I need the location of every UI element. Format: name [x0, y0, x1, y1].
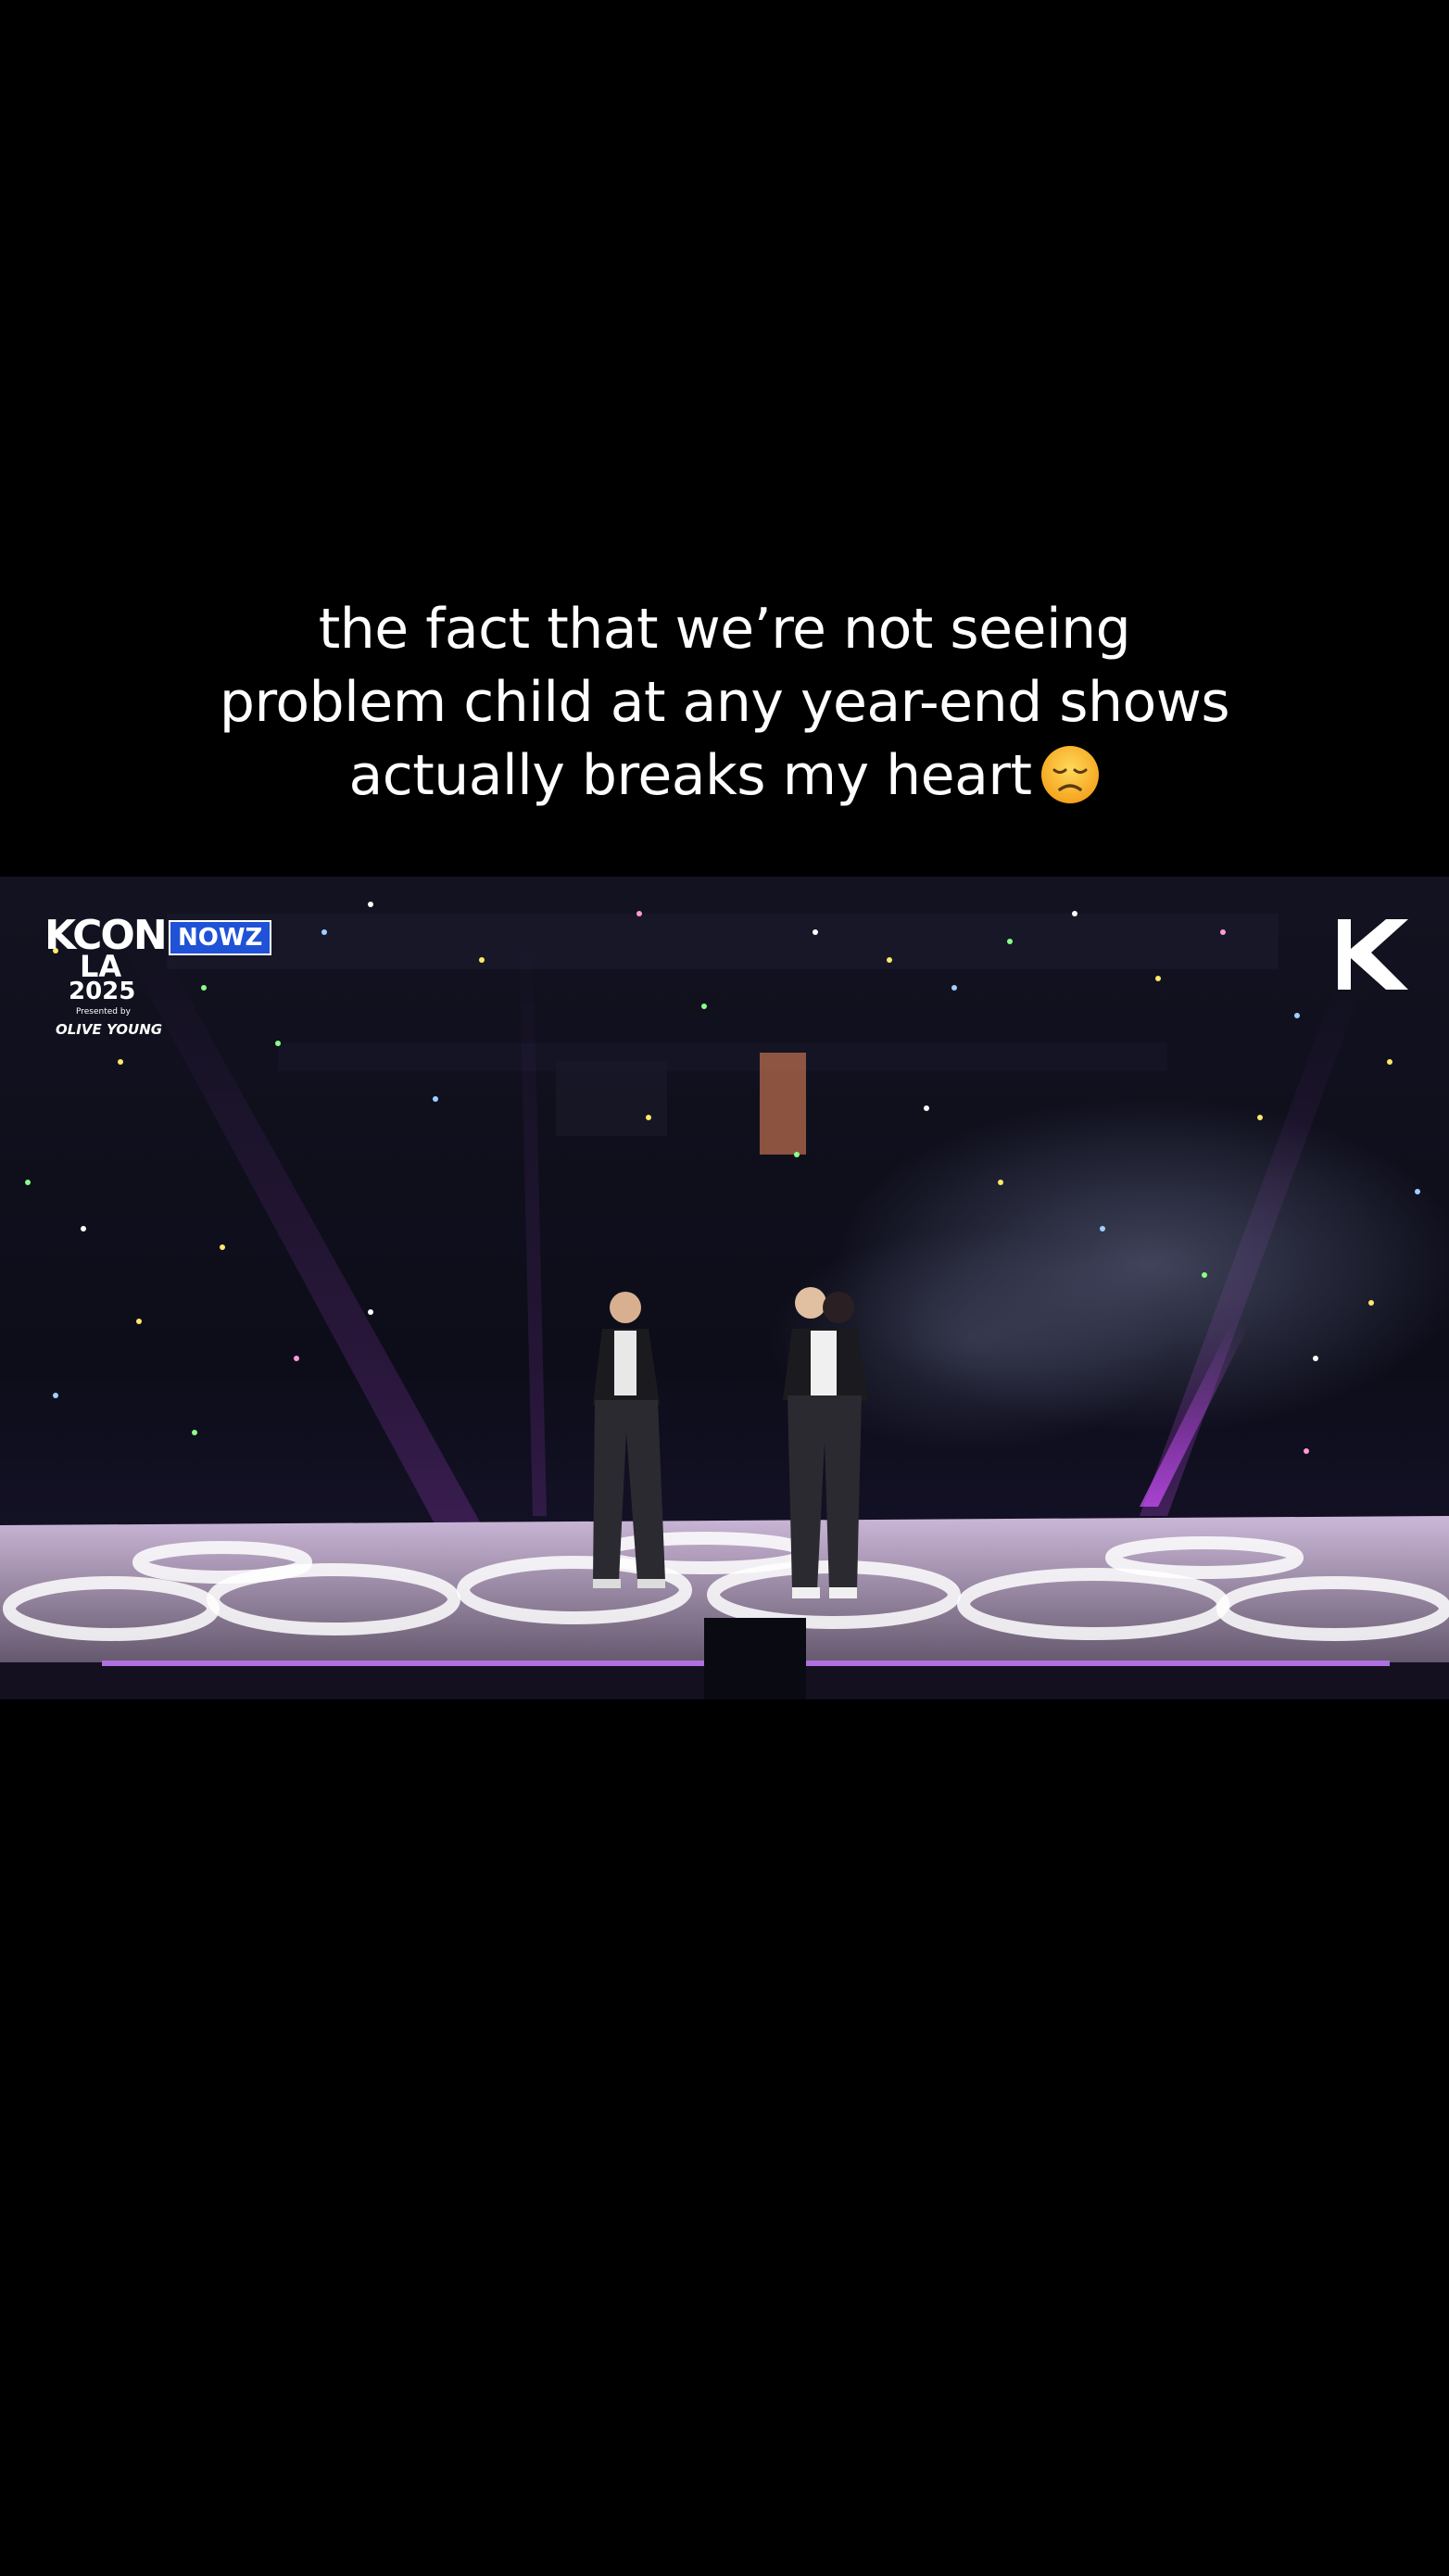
caption-text: the fact that we’re not seeing problem c… [0, 593, 1449, 813]
video-player[interactable]: KCON LA 2025 Presented by OLIVE YOUNG NO… [0, 877, 1449, 1699]
caption-line-2: problem child at any year-end shows [219, 670, 1230, 735]
caption-line-1: the fact that we’re not seeing [318, 597, 1131, 662]
kcon-presented-by: Presented by [76, 1007, 131, 1017]
disappointed-face-icon [1040, 746, 1099, 803]
kcon-sponsor: OLIVE YOUNG [56, 1021, 163, 1038]
kcon-k-logo-icon [1338, 919, 1408, 990]
kcon-year: 2025 [69, 978, 136, 1005]
caption-line-3: actually breaks my heart [348, 743, 1032, 808]
caption-line-3-wrap: actually breaks my heart [0, 739, 1449, 813]
artist-badge: NOWZ [169, 920, 272, 955]
